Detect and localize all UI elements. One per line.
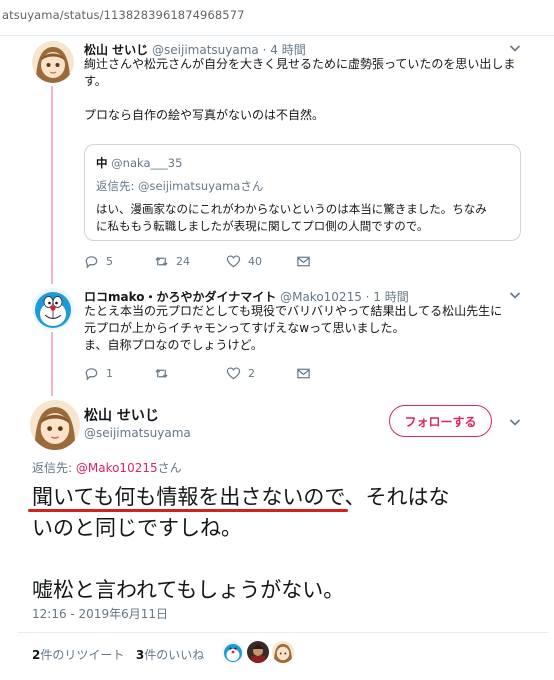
chevron-down-icon[interactable] [508, 415, 522, 429]
url-text: atsuyama/status/1138283961874968577 [2, 8, 245, 22]
reply-suffix: さん [240, 179, 264, 193]
text-line: 絢辻さんや松元さんが自分を大きく見せるために虚勢張っていたのを思い出しま [84, 57, 516, 71]
highlight-underline [28, 509, 348, 512]
dm-button[interactable] [296, 366, 318, 381]
like-stat[interactable]: 3件のいいね [136, 648, 204, 662]
like-count: 2 [248, 367, 255, 380]
like-stat-label: 件のいいね [144, 648, 205, 662]
reply-count: 5 [106, 255, 113, 268]
author-handle[interactable]: @seijimatsuyama [152, 43, 259, 57]
tweet-actions: 5 24 40 [84, 254, 384, 272]
separator-dot: · [365, 290, 370, 304]
mail-icon [297, 368, 310, 379]
chevron-down-icon[interactable] [508, 288, 522, 302]
dm-button[interactable] [296, 254, 318, 269]
author-handle[interactable]: @Mako10215 [280, 290, 362, 304]
follow-button[interactable]: フォローする [389, 405, 492, 437]
text-line: たとえ本当の元プロだとしても現役でバリバリやって結果出してる松山先生に [84, 304, 503, 318]
like-button[interactable]: 2 [226, 366, 255, 381]
reply-label: 返信先: [32, 461, 76, 475]
text-line: に私ももう転職しましたが表現に関してプロ側の人間ですので。 [96, 219, 429, 233]
liker-avatar[interactable] [247, 641, 269, 663]
main-tweet-text: 聞いても何も情報を出さないので、それはな いのと同じですしね。 嘘松と言われても… [32, 482, 532, 606]
like-count: 40 [248, 255, 262, 268]
text-line: プロなら自作の絵や写真がないのは不自然。 [84, 108, 325, 122]
tweet-time[interactable]: 4 時間 [270, 43, 305, 57]
author-name[interactable]: 松山 せいじ [84, 405, 159, 425]
quote-author-name: 中 [96, 156, 108, 170]
tweet-actions: 1 2 [84, 366, 384, 384]
text-line: 嘘松と言われてもしょうがない。 [32, 578, 345, 602]
text-line: す。 [84, 74, 107, 88]
divider [18, 632, 548, 633]
reply-handle: @seijimatsuyama [138, 179, 241, 193]
thread-line [51, 86, 53, 284]
thread-line [51, 332, 53, 396]
author-name[interactable]: 松山 せいじ [84, 43, 148, 57]
text-line: いのと同じですしね。 [32, 516, 242, 540]
liker-avatar[interactable] [222, 641, 244, 663]
liker-avatar[interactable] [272, 641, 294, 663]
quote-text: はい、漫画家なのにこれがわからないというのは本当に驚きました。ちなみ に私ももう… [96, 201, 511, 235]
mail-icon [297, 256, 310, 267]
retweet-count: 24 [176, 255, 190, 268]
quote-header: 中 @naka___35 [96, 155, 182, 171]
reply-icon [85, 256, 98, 269]
like-button[interactable]: 40 [226, 254, 262, 269]
retweet-button[interactable]: 24 [154, 254, 190, 269]
tweet-timestamp[interactable]: 12:16 - 2019年6月11日 [32, 605, 168, 622]
text-line: ま、自称プロなのでしょうけど。 [84, 338, 263, 352]
quote-reply-to: 返信先: @seijimatsuyamaさん [96, 178, 263, 194]
reply-count: 1 [106, 367, 113, 380]
tweet-text: たとえ本当の元プロだとしても現役でバリバリやって結果出してる松山先生に 元プロが… [84, 303, 529, 354]
avatar[interactable] [30, 400, 80, 450]
text-line: 元プロが上からイチャモンってすげえなwって思いました。 [84, 321, 405, 335]
retweet-icon [155, 369, 168, 378]
text-line [32, 544, 532, 575]
separator-dot: · [262, 43, 267, 57]
reply-label: 返信先: [96, 179, 139, 193]
quote-author-handle: @naka___35 [111, 156, 183, 170]
heart-icon [226, 255, 241, 268]
retweet-stat-label: 件のリツイート [40, 648, 125, 662]
retweet-stat[interactable]: 2件のリツイート [32, 648, 124, 662]
author-handle[interactable]: @seijimatsuyama [84, 426, 191, 440]
avatar[interactable] [32, 41, 74, 83]
text-line [84, 90, 529, 107]
reply-button[interactable]: 1 [84, 366, 113, 381]
tweet-time[interactable]: 1 時間 [373, 290, 408, 304]
reply-to: 返信先: @Mako10215さん [32, 459, 182, 476]
reply-suffix: さん [157, 461, 182, 475]
reply-icon [85, 368, 98, 381]
retweet-button[interactable] [154, 366, 176, 381]
avatar[interactable] [32, 288, 74, 330]
like-stat-count: 3 [135, 648, 145, 662]
tweet-text: 絢辻さんや松元さんが自分を大きく見せるために虚勢張っていたのを思い出しま す。 … [84, 56, 529, 124]
heart-icon [226, 367, 241, 380]
chevron-down-icon[interactable] [508, 41, 522, 55]
reply-button[interactable]: 5 [84, 254, 113, 269]
engagement-stats: 2件のリツイート 3件のいいね [32, 646, 204, 663]
author-name[interactable]: ロコmako・かろやかダイナマイト [84, 290, 276, 304]
reply-handle-link[interactable]: @Mako10215 [76, 461, 158, 475]
quoted-tweet[interactable]: 中 @naka___35 返信先: @seijimatsuyamaさん はい、漫… [84, 144, 521, 241]
url-bar[interactable]: atsuyama/status/1138283961874968577 [0, 0, 554, 36]
text-line: はい、漫画家なのにこれがわからないというのは本当に驚きました。ちなみ [96, 202, 487, 216]
retweet-icon [155, 257, 168, 266]
